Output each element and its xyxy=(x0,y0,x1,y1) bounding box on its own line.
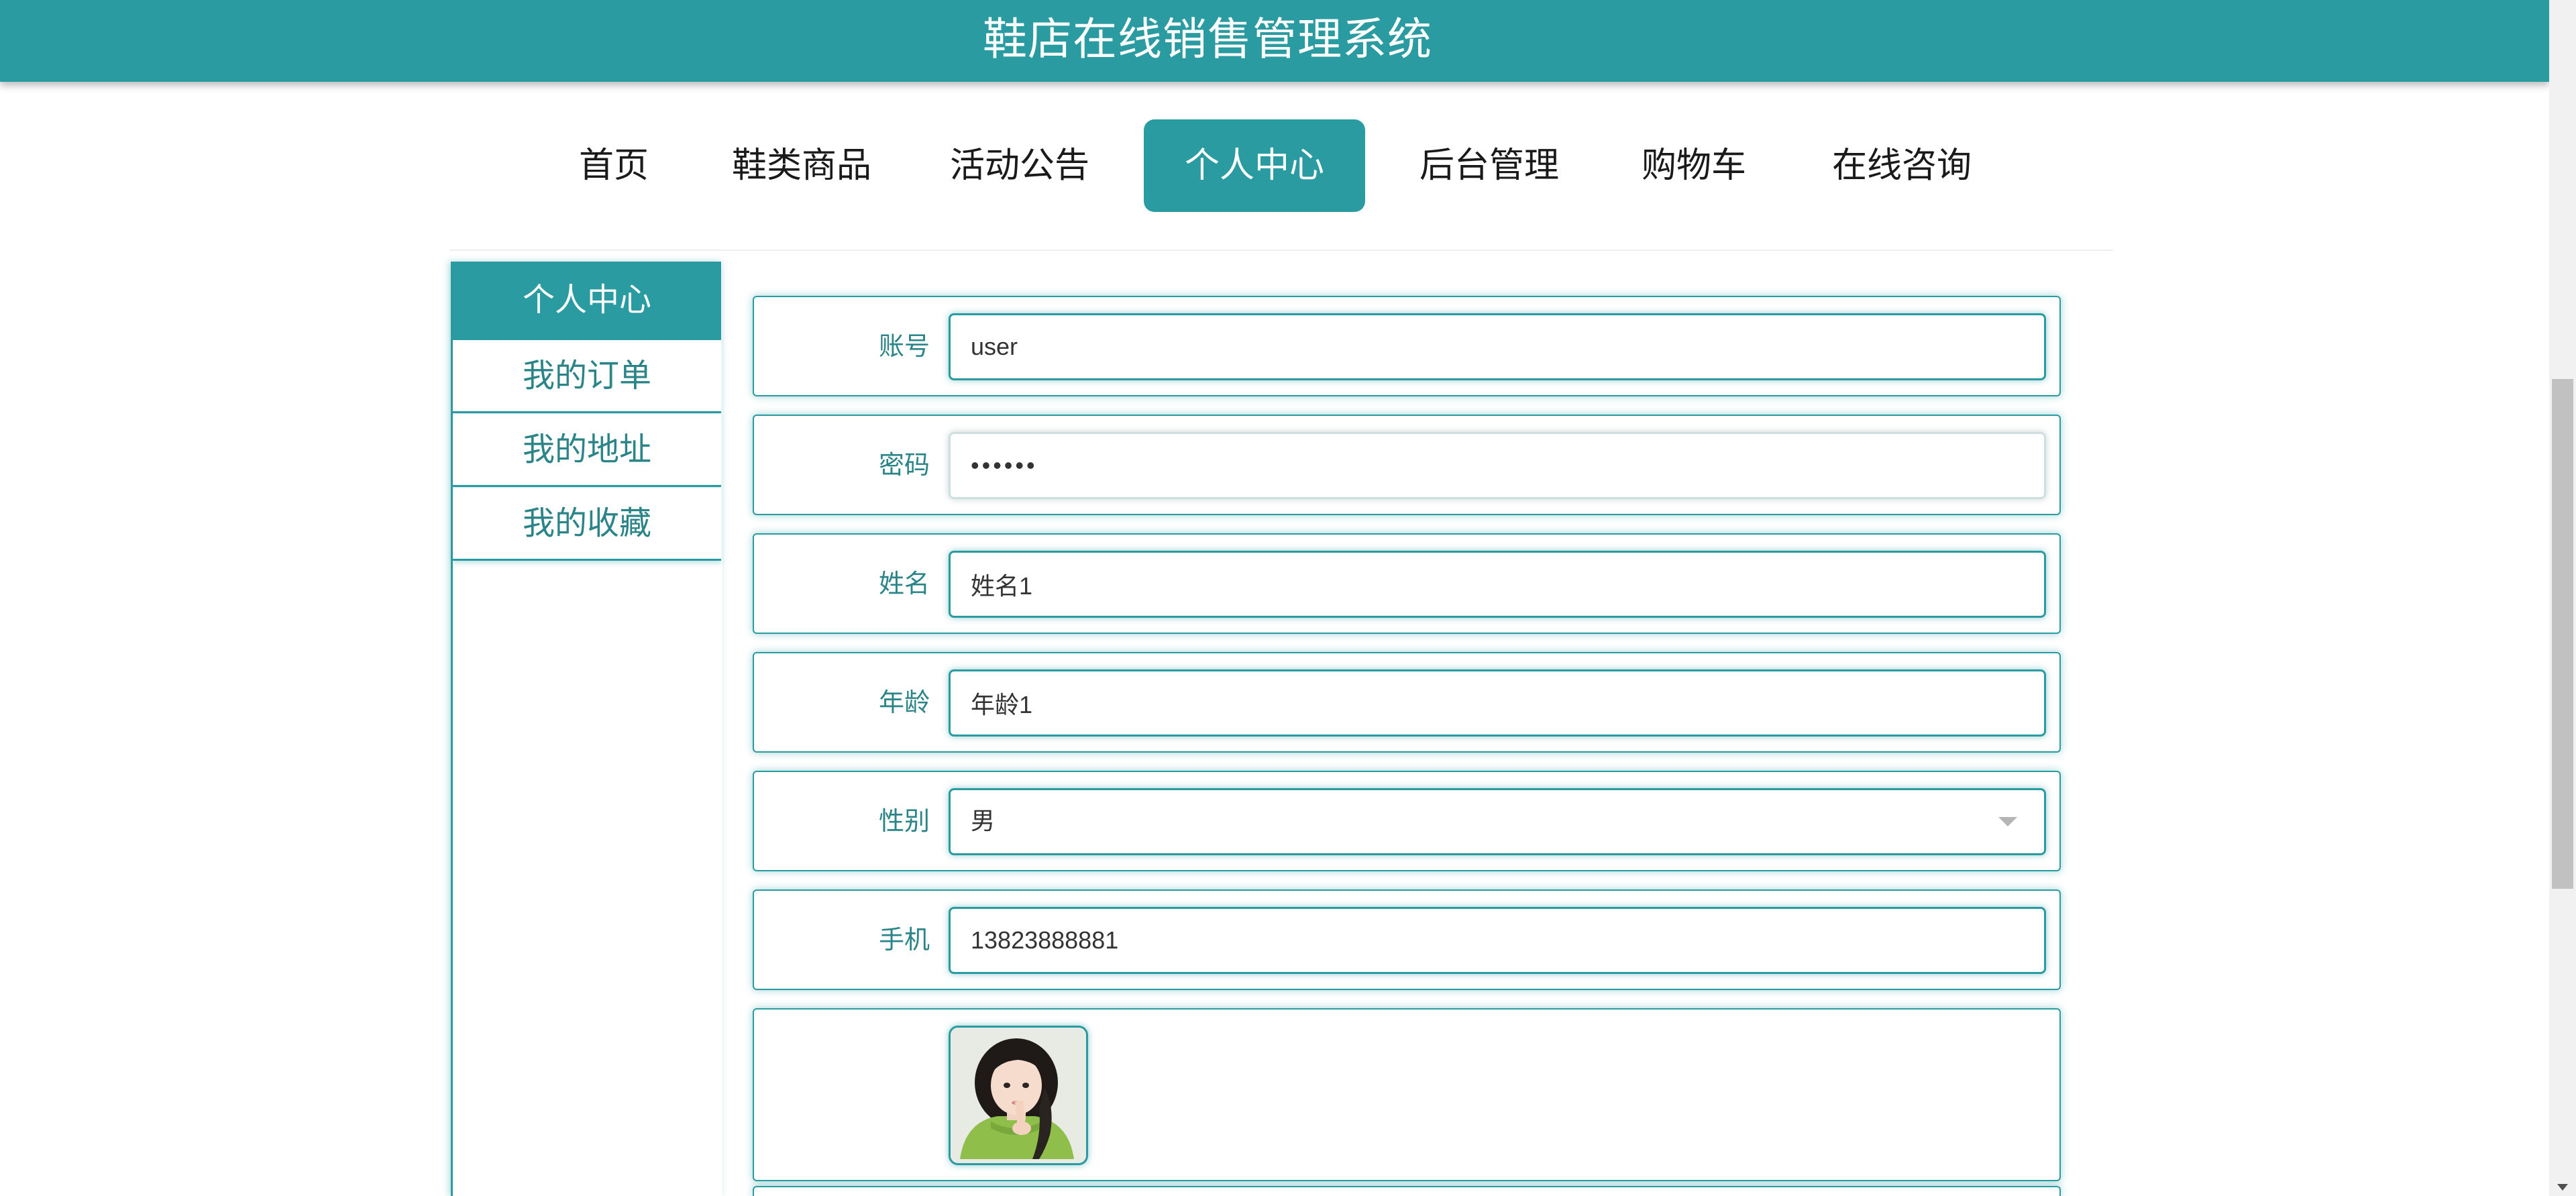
nav-item-shoes[interactable]: 鞋类商品 xyxy=(724,119,879,212)
nav-divider xyxy=(449,250,2113,251)
name-label: 姓名 xyxy=(878,569,930,598)
page-scrollbar[interactable] xyxy=(2549,0,2576,1196)
age-label: 年龄 xyxy=(878,688,930,717)
sidebar-item-my-address[interactable]: 我的地址 xyxy=(453,414,721,487)
phone-input[interactable] xyxy=(949,907,2046,974)
nav-item-admin[interactable]: 后台管理 xyxy=(1409,119,1570,212)
form-row-gender: 性别 男 xyxy=(753,771,2061,871)
sidebar-item-my-orders[interactable]: 我的订单 xyxy=(453,340,721,413)
scroll-thumb[interactable] xyxy=(2552,379,2573,889)
nav-item-personal-center[interactable]: 个人中心 xyxy=(1144,119,1365,212)
site-title: 鞋店在线销售管理系统 xyxy=(983,13,1432,65)
gender-select[interactable]: 男 xyxy=(949,788,2046,855)
nav-item-online-consult[interactable]: 在线咨询 xyxy=(1825,119,1979,212)
nav-item-cart[interactable]: 购物车 xyxy=(1630,119,1758,212)
avatar-photo-icon xyxy=(951,1028,1082,1159)
form-row-next-partial xyxy=(753,1186,2061,1196)
account-label: 账号 xyxy=(878,331,930,361)
gender-label: 性别 xyxy=(878,806,930,836)
scroll-down-arrow-icon[interactable] xyxy=(2557,1184,2568,1191)
form-row-name: 姓名 xyxy=(753,533,2061,634)
form-row-avatar xyxy=(753,1008,2061,1181)
account-input[interactable] xyxy=(949,313,2046,380)
form-row-password: 密码 xyxy=(753,415,2061,515)
form-row-phone: 手机 xyxy=(753,889,2061,990)
form-row-age: 年龄 xyxy=(753,652,2061,753)
avatar[interactable] xyxy=(949,1026,1088,1165)
main-nav: 首页 鞋类商品 活动公告 个人中心 后台管理 购物车 在线咨询 xyxy=(0,119,2549,212)
password-label: 密码 xyxy=(878,450,930,480)
sidebar-item-my-favorites[interactable]: 我的收藏 xyxy=(453,488,721,561)
nav-item-home[interactable]: 首页 xyxy=(564,119,664,212)
phone-label: 手机 xyxy=(878,925,930,955)
form-row-account: 账号 xyxy=(753,296,2061,396)
sidebar-item-personal-center[interactable]: 个人中心 xyxy=(453,262,721,340)
password-input[interactable] xyxy=(949,432,2046,499)
age-input[interactable] xyxy=(949,669,2046,737)
sidebar: 个人中心 我的订单 我的地址 我的收藏 xyxy=(451,262,722,1196)
chevron-down-icon xyxy=(1998,817,2017,826)
gender-select-value: 男 xyxy=(971,808,996,835)
nav-item-announcements[interactable]: 活动公告 xyxy=(939,119,1100,212)
name-input[interactable] xyxy=(949,551,2046,618)
top-header: 鞋店在线销售管理系统 xyxy=(0,0,2549,82)
